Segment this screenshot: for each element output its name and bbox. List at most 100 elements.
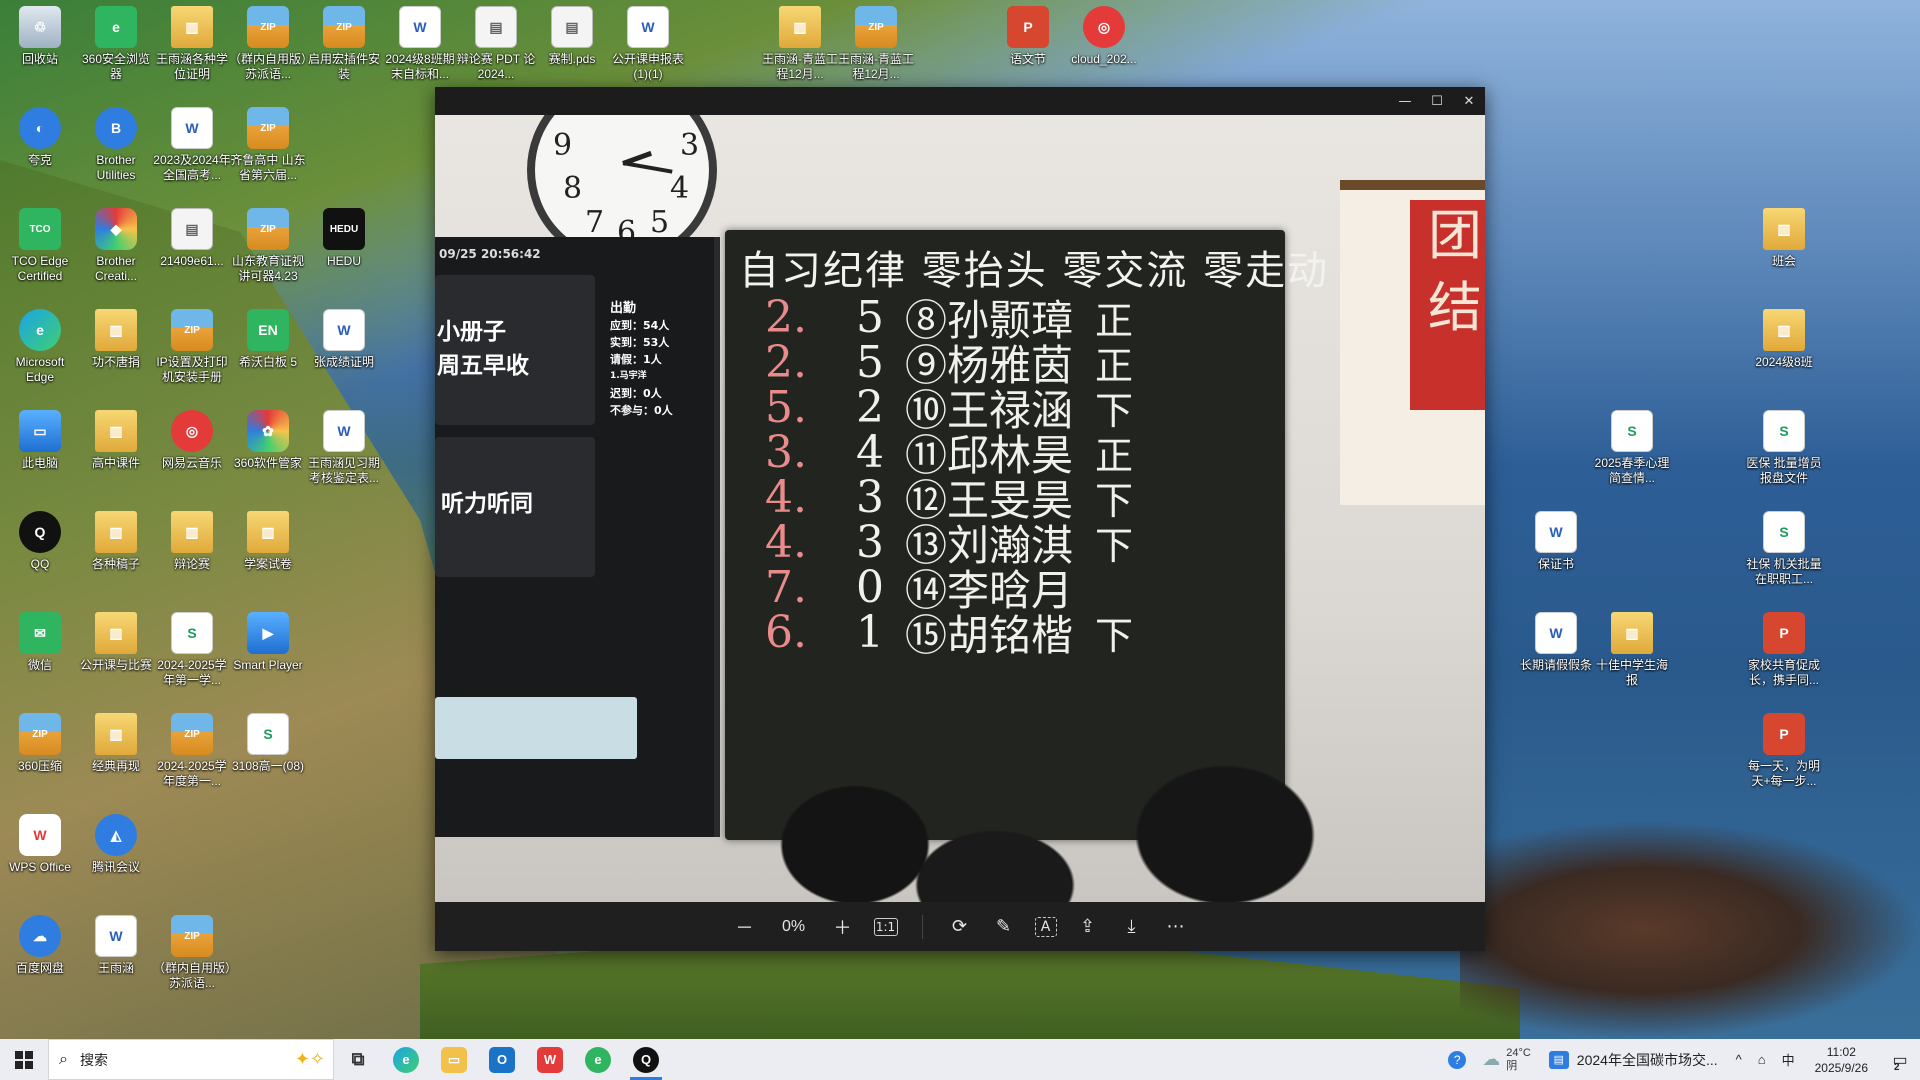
- desktop-icon[interactable]: ▥ 功不唐捐: [76, 303, 156, 399]
- file-icon: ▤: [475, 6, 517, 48]
- desktop-icon[interactable]: ZIP （群内自用版）苏派语...: [152, 909, 232, 1005]
- taskbar-clock[interactable]: 11:02 2025/9/26: [1803, 1044, 1880, 1076]
- desktop-icon[interactable]: ZIP 360压缩: [0, 707, 80, 803]
- desktop-icon[interactable]: B Brother Utilities: [76, 101, 156, 197]
- desktop-icon[interactable]: ◭ 腾讯会议: [76, 808, 156, 904]
- desktop-icon-label: 学案试卷: [243, 557, 292, 571]
- zoom-in-icon[interactable]: ＋: [830, 914, 856, 940]
- desktop-icon[interactable]: ▥ 王雨涵各种学位证明: [152, 0, 232, 96]
- desktop-icon[interactable]: ZIP 山东教育证视讲可器4.23: [228, 202, 308, 298]
- weather-widget[interactable]: ☁ 24°C 阴: [1474, 1047, 1539, 1073]
- desktop-icon[interactable]: ♲ 回收站: [0, 0, 80, 96]
- desktop-icon[interactable]: S 3108高一(08): [228, 707, 308, 803]
- zoom-level[interactable]: 0%: [776, 918, 812, 936]
- photo-viewer-window[interactable]: — ☐ ✕ 9 3 8 4 7 6 5 团结 09/25 20:56:42 小册…: [435, 87, 1485, 951]
- desktop-icon[interactable]: ▤ 辩论赛 PDT 论 2024...: [456, 0, 536, 96]
- desktop-icon[interactable]: W 保证书: [1516, 505, 1596, 601]
- file-icon: ▥: [1611, 612, 1653, 654]
- more-icon[interactable]: ⋯: [1163, 914, 1189, 940]
- desktop-icon[interactable]: ▭ 此电脑: [0, 404, 80, 500]
- task-view-button[interactable]: ⧉: [334, 1039, 382, 1080]
- desktop-icon[interactable]: ▥ 各种稿子: [76, 505, 156, 601]
- help-icon[interactable]: ?: [1440, 1050, 1474, 1069]
- download-icon[interactable]: ⤓: [1119, 914, 1145, 940]
- desktop-icon[interactable]: S 2025春季心理简查情...: [1592, 404, 1672, 500]
- desktop-icon[interactable]: ZIP 齐鲁高中 山东省第六届...: [228, 101, 308, 197]
- ocr-icon[interactable]: A: [1034, 916, 1057, 937]
- taskbar-qq[interactable]: Q: [622, 1039, 670, 1080]
- taskbar-explorer[interactable]: ▭: [430, 1039, 478, 1080]
- desktop-icon[interactable]: ▥ 2024级8班: [1744, 303, 1824, 399]
- screen-time: 09/25 20:56:42: [439, 247, 541, 261]
- zoom-out-icon[interactable]: －: [732, 914, 758, 940]
- desktop-icon[interactable]: W 长期请假假条: [1516, 606, 1596, 702]
- network-icon[interactable]: ⌂: [1750, 1052, 1774, 1067]
- desktop-icon[interactable]: ✿ 360软件管家: [228, 404, 308, 500]
- desktop-icon[interactable]: ▥ 经典再现: [76, 707, 156, 803]
- close-button[interactable]: ✕: [1453, 87, 1485, 115]
- desktop-icon[interactable]: ▥ 学案试卷: [228, 505, 308, 601]
- desktop-icon[interactable]: ZIP 王雨涵-青蓝工程12月...: [836, 0, 916, 96]
- taskbar-360-browser[interactable]: e: [574, 1039, 622, 1080]
- taskbar-outlook[interactable]: O: [478, 1039, 526, 1080]
- news-widget[interactable]: ▤ 2024年全国碳市场交...: [1539, 1050, 1728, 1070]
- desktop-icon[interactable]: ZIP （群内自用版）苏派语...: [228, 0, 308, 96]
- maximize-button[interactable]: ☐: [1421, 87, 1453, 115]
- desktop-icon[interactable]: W 王雨涵: [76, 909, 156, 1005]
- desktop-icon[interactable]: e 360安全浏览器: [76, 0, 156, 96]
- notification-center-button[interactable]: ▭ 2: [1880, 1050, 1920, 1073]
- board-red: 3.: [765, 426, 807, 478]
- desktop-icon[interactable]: TCO TCO Edge Certified: [0, 202, 80, 298]
- desktop-icon[interactable]: EN 希沃白板 5: [228, 303, 308, 399]
- desktop-icon[interactable]: ▶ Smart Player: [228, 606, 308, 702]
- desktop-icon[interactable]: ZIP 2024-2025学年度第一...: [152, 707, 232, 803]
- desktop-icon[interactable]: ◆ Brother Creati...: [76, 202, 156, 298]
- desktop-icon[interactable]: ☁ 百度网盘: [0, 909, 80, 1005]
- taskbar-wps[interactable]: W: [526, 1039, 574, 1080]
- desktop-icon[interactable]: W 2023及2024年全国高考...: [152, 101, 232, 197]
- desktop-icon[interactable]: W 2024级8班期末自标和...: [380, 0, 460, 96]
- desktop-icon[interactable]: ◐ 夸克: [0, 101, 80, 197]
- desktop-icon[interactable]: P 家校共育促成长，携手同...: [1744, 606, 1824, 702]
- viewer-titlebar[interactable]: — ☐ ✕: [435, 87, 1485, 115]
- desktop-icon[interactable]: P 每一天，为明天+每一步...: [1744, 707, 1824, 803]
- desktop-icon[interactable]: W 公开课申报表(1)(1): [608, 0, 688, 96]
- desktop-icon[interactable]: ▥ 公开课与比赛: [76, 606, 156, 702]
- board-row: 6. 1 ⑮胡铭楷下: [765, 607, 1155, 660]
- taskbar-search[interactable]: ⌕ 搜索 ✦✧: [48, 1039, 334, 1080]
- desktop-icon[interactable]: ◎ 网易云音乐: [152, 404, 232, 500]
- desktop-icon[interactable]: Q QQ: [0, 505, 80, 601]
- desktop-icon[interactable]: ZIP IP设置及打印机安装手册: [152, 303, 232, 399]
- desktop-icon[interactable]: S 社保 机关批量在职职工...: [1744, 505, 1824, 601]
- desktop-icon[interactable]: ▤ 21409e61...: [152, 202, 232, 298]
- desktop-icon[interactable]: S 2024-2025学年第一学...: [152, 606, 232, 702]
- desktop-icon[interactable]: ▥ 王雨涵-青蓝工程12月...: [760, 0, 840, 96]
- input-method-indicator[interactable]: 中: [1774, 1050, 1803, 1069]
- desktop-icon[interactable]: HEDU HEDU: [304, 202, 384, 298]
- file-icon: W: [323, 309, 365, 351]
- desktop-icon[interactable]: e Microsoft Edge: [0, 303, 80, 399]
- desktop-icon[interactable]: ▤ 赛制.pds: [532, 0, 612, 96]
- desktop-icon[interactable]: P 语文节: [988, 0, 1068, 96]
- minimize-button[interactable]: —: [1389, 87, 1421, 115]
- desktop-icon[interactable]: W 王雨涵见习期考核鉴定表...: [304, 404, 384, 500]
- chevron-up-icon[interactable]: ^: [1728, 1052, 1750, 1067]
- share-icon[interactable]: ⇪: [1075, 914, 1101, 940]
- desktop-icon[interactable]: ◎ cloud_202...: [1064, 0, 1144, 96]
- desktop-icon[interactable]: S 医保 批量增员报盘文件: [1744, 404, 1824, 500]
- desktop-icon[interactable]: ✉ 微信: [0, 606, 80, 702]
- desktop-icon[interactable]: ZIP 启用宏插件安装: [304, 0, 384, 96]
- desktop-icon[interactable]: ▥ 高中课件: [76, 404, 156, 500]
- actual-size-button[interactable]: 1:1: [873, 917, 898, 936]
- taskbar-edge[interactable]: e: [382, 1039, 430, 1080]
- classroom-photo[interactable]: 9 3 8 4 7 6 5 团结 09/25 20:56:42 小册子 周五早收…: [435, 115, 1485, 902]
- desktop-icon[interactable]: ▥ 十佳中学生海报: [1592, 606, 1672, 702]
- desktop-icon[interactable]: W 张成绩证明: [304, 303, 384, 399]
- rotate-icon[interactable]: ⟳: [947, 914, 973, 940]
- edit-icon[interactable]: ✎: [991, 914, 1017, 940]
- desktop-icon[interactable]: ▥ 辩论赛: [152, 505, 232, 601]
- start-button[interactable]: [0, 1039, 48, 1080]
- desktop-icon-label: 医保 批量增员报盘文件: [1746, 456, 1822, 485]
- desktop-icon[interactable]: W WPS Office: [0, 808, 80, 904]
- desktop-icon[interactable]: ▥ 班会: [1744, 202, 1824, 298]
